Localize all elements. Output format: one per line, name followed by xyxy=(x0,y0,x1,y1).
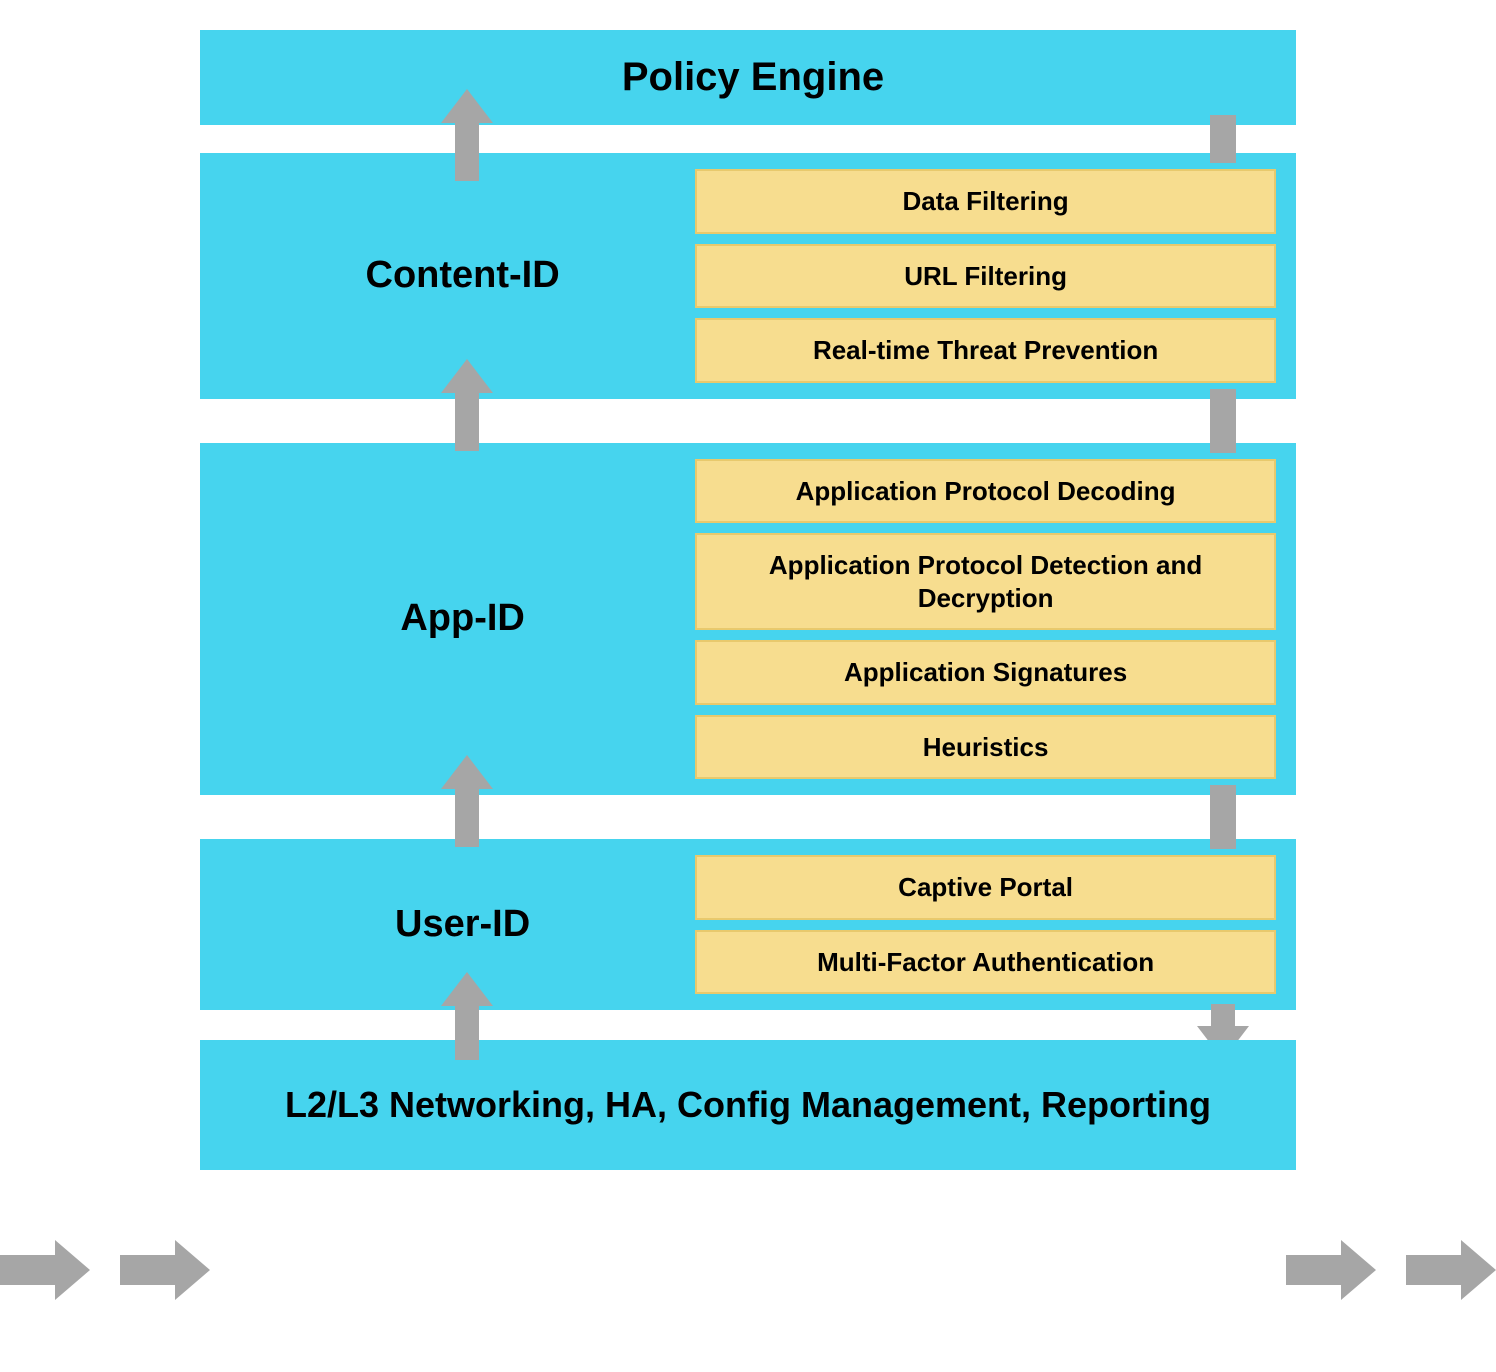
user-id-items: Captive Portal Multi-Factor Authenticati… xyxy=(695,855,1276,994)
data-filtering-box: Data Filtering xyxy=(695,169,1276,234)
user-id-title: User-ID xyxy=(220,903,695,946)
inbound-arrows xyxy=(0,1240,210,1300)
connector-segment xyxy=(1210,115,1236,163)
arrow-right-icon xyxy=(1286,1240,1376,1300)
arrow-right-icon xyxy=(0,1240,90,1300)
architecture-diagram: Policy Engine Content-ID Data Filtering … xyxy=(200,30,1296,1170)
captive-portal-box: Captive Portal xyxy=(695,855,1276,920)
realtime-threat-box: Real-time Threat Prevention xyxy=(695,318,1276,383)
gap-user-base xyxy=(200,1010,1296,1040)
mfa-box: Multi-Factor Authentication xyxy=(695,930,1276,995)
arrow-up-icon xyxy=(441,972,493,1065)
arrow-up-icon xyxy=(441,755,493,852)
app-signatures-box: Application Signatures xyxy=(695,640,1276,705)
app-id-block: App-ID Application Protocol Decoding App… xyxy=(200,443,1296,796)
content-id-items: Data Filtering URL Filtering Real-time T… xyxy=(695,169,1276,383)
gap-content-app xyxy=(200,399,1296,443)
app-id-title: App-ID xyxy=(220,597,695,640)
policy-engine-title: Policy Engine xyxy=(612,55,884,100)
arrow-right-icon xyxy=(1406,1240,1496,1300)
heuristics-box: Heuristics xyxy=(695,715,1276,780)
content-id-block: Content-ID Data Filtering URL Filtering … xyxy=(200,153,1296,399)
connector-segment xyxy=(1210,389,1236,453)
gap-app-user xyxy=(200,795,1296,839)
connector-segment xyxy=(1210,785,1236,849)
networking-base-title: L2/L3 Networking, HA, Config Management,… xyxy=(245,1081,1251,1130)
arrow-up-icon xyxy=(441,359,493,456)
app-protocol-decoding-box: Application Protocol Decoding xyxy=(695,459,1276,524)
arrow-up-icon xyxy=(441,89,493,186)
url-filtering-box: URL Filtering xyxy=(695,244,1276,309)
networking-base-block: L2/L3 Networking, HA, Config Management,… xyxy=(200,1040,1296,1170)
app-protocol-detection-box: Application Protocol Detection and Decry… xyxy=(695,533,1276,630)
gap-policy-content xyxy=(200,125,1296,153)
outbound-arrows xyxy=(1286,1240,1496,1300)
user-id-block: User-ID Captive Portal Multi-Factor Auth… xyxy=(200,839,1296,1010)
app-id-items: Application Protocol Decoding Applicatio… xyxy=(695,459,1276,780)
content-id-title: Content-ID xyxy=(220,254,695,297)
policy-engine-block: Policy Engine xyxy=(200,30,1296,125)
arrow-right-icon xyxy=(120,1240,210,1300)
